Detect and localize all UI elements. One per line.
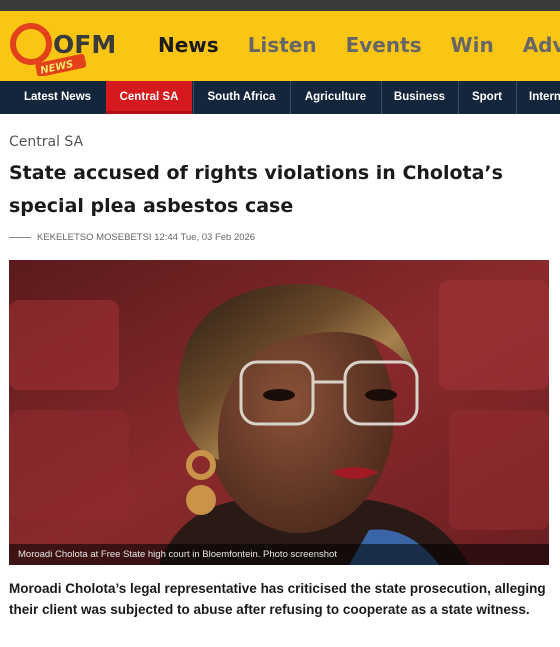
- logo-tagline: NEWS: [39, 59, 74, 76]
- article-headline: State accused of rights violations in Ch…: [9, 162, 503, 217]
- article-photo: Moroadi Cholota at Free State high court…: [9, 260, 549, 565]
- main-navigation: News Listen Events Win Adver: [158, 33, 560, 57]
- top-utility-bar: [0, 0, 560, 11]
- main-nav-win[interactable]: Win: [451, 33, 494, 57]
- author-name: KEKELETSO MOSEBETSI: [37, 232, 152, 243]
- section-nav-business[interactable]: Business: [382, 81, 457, 114]
- main-nav-listen[interactable]: Listen: [248, 33, 317, 57]
- main-nav-events[interactable]: Events: [346, 33, 422, 57]
- section-nav-sport[interactable]: Sport: [459, 81, 515, 114]
- section-nav-central-sa[interactable]: Central SA: [106, 81, 192, 114]
- section-nav-agriculture[interactable]: Agriculture: [291, 81, 380, 114]
- section-nav-latest-news[interactable]: Latest News: [10, 81, 105, 114]
- section-nav-south-africa[interactable]: South Africa: [194, 81, 289, 114]
- photo-illustration: [9, 260, 549, 565]
- logo-wordmark: OFM: [53, 30, 116, 59]
- article-category[interactable]: Central SA: [9, 134, 83, 150]
- masthead: OFM NEWS News Listen Events Win Adver: [0, 11, 560, 81]
- section-nav-international[interactable]: Intern: [517, 81, 560, 114]
- main-nav-advertise[interactable]: Adver: [523, 33, 560, 57]
- article-summary: Moroadi Cholota’s legal representative h…: [9, 581, 546, 617]
- byline-rule: [9, 236, 31, 238]
- article-byline: KEKELETSO MOSEBETSI 12:44 Tue, 03 Feb 20…: [9, 232, 255, 243]
- section-navigation: Latest News Central SA South Africa Agri…: [0, 81, 560, 114]
- publish-timestamp: 12:44 Tue, 03 Feb 2026: [154, 232, 256, 243]
- main-nav-news[interactable]: News: [158, 33, 219, 57]
- image-caption: Moroadi Cholota at Free State high court…: [9, 544, 549, 565]
- ofm-logo[interactable]: OFM NEWS: [8, 18, 120, 77]
